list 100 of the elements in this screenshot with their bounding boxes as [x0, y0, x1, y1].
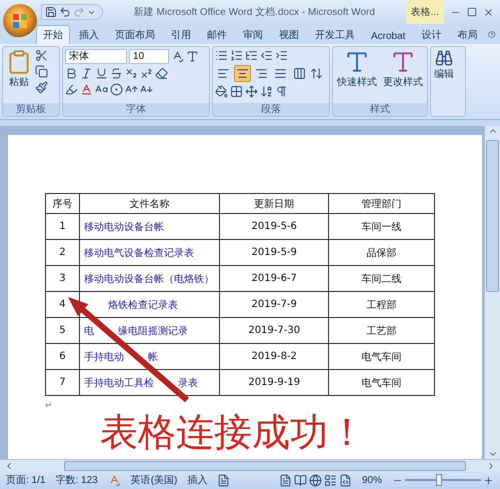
- print-layout-icon[interactable]: [278, 474, 292, 486]
- annotation-text: 表格连接成功！: [100, 411, 366, 456]
- link-text[interactable]: 移动电气设备检查记录表: [84, 246, 194, 260]
- multilevel-list-icon[interactable]: [245, 49, 258, 62]
- align-right-icon[interactable]: [255, 67, 268, 80]
- paragraph-mark: ↵: [45, 400, 54, 410]
- font-size-field[interactable]: 10: [129, 49, 169, 64]
- save-icon[interactable]: [45, 6, 57, 18]
- ribbon-tab[interactable]: 页面布局: [108, 25, 162, 44]
- outline-icon[interactable]: [324, 474, 337, 486]
- ribbon-tab[interactable]: 开始: [36, 25, 70, 44]
- sort-icon[interactable]: [260, 85, 273, 98]
- justify-icon[interactable]: [274, 67, 287, 80]
- help-icon[interactable]: [488, 28, 496, 41]
- table-cell: 2019-9-19: [219, 370, 329, 396]
- link-text[interactable]: 烙铁检查记录表: [108, 298, 178, 312]
- page-count: 页面: 1/1: [6, 474, 46, 487]
- font-color-icon[interactable]: [80, 83, 93, 96]
- numbering-icon[interactable]: [230, 49, 243, 62]
- table-header-cell: 文件名称: [79, 194, 220, 214]
- ribbon-tab[interactable]: 邮件: [200, 25, 234, 44]
- table-cell: 车间二线: [328, 266, 434, 292]
- link-text[interactable]: 手持电动工具检: [84, 376, 154, 390]
- format-painter-icon[interactable]: [35, 81, 48, 94]
- copy-icon[interactable]: [35, 65, 48, 78]
- reading-view-icon[interactable]: [294, 474, 307, 486]
- maximize-icon[interactable]: [467, 6, 477, 16]
- table-cell: 6: [46, 344, 80, 370]
- link-text[interactable]: 电: [84, 324, 94, 338]
- link-text[interactable]: 录表: [178, 376, 198, 390]
- ribbon-tab[interactable]: 插入: [72, 25, 106, 44]
- ribbon-tab[interactable]: Acrobat: [364, 28, 412, 44]
- ribbon-tab[interactable]: 开发工具: [308, 25, 362, 44]
- table-cell: 电气车间: [328, 370, 434, 396]
- link-text[interactable]: 移动电动设备台帐: [84, 220, 164, 234]
- zoom-slider-thumb[interactable]: [436, 474, 442, 486]
- language-status[interactable]: 英语(美国): [130, 473, 178, 487]
- table-cell: 2019-5-9: [219, 240, 329, 266]
- italic-icon[interactable]: [80, 67, 93, 80]
- subscript-icon[interactable]: [125, 67, 138, 80]
- table-cell: 工艺部: [328, 318, 434, 344]
- ribbon-tab[interactable]: 布局: [450, 25, 484, 44]
- link-text[interactable]: 手持电动: [84, 350, 124, 364]
- table-cell: 1: [46, 214, 80, 240]
- table-cell: 品保部: [328, 240, 434, 266]
- align-center-icon[interactable]: [236, 67, 249, 80]
- table-cell: 2019-7-30: [219, 318, 329, 344]
- office-button[interactable]: [3, 4, 37, 38]
- window-title: 新建 Microsoft Office Word 文档.docx - Microsoft Word: [132, 6, 376, 19]
- paste-button[interactable]: 粘贴: [5, 49, 33, 101]
- group-label: 样式: [333, 103, 427, 116]
- highlighter-icon[interactable]: [65, 83, 78, 96]
- styles-button[interactable]: 快速样式: [336, 49, 378, 101]
- ribbon-tab[interactable]: 审阅: [236, 25, 270, 44]
- link-text[interactable]: 帐: [148, 350, 158, 364]
- increase-indent-icon[interactable]: [275, 49, 288, 62]
- styles-button[interactable]: 更改样式: [382, 49, 424, 101]
- ribbon-tab[interactable]: 设计: [414, 25, 448, 44]
- table-cell: 2019-6-7: [219, 266, 329, 292]
- ribbon-tab[interactable]: 视图: [272, 25, 306, 44]
- scrollbar-thumb[interactable]: [64, 460, 466, 470]
- table-cell: 2019-5-6: [219, 214, 329, 240]
- table-cell: 7: [46, 370, 80, 396]
- table-cell: 2019-7-9: [219, 292, 329, 318]
- group-label: 段落: [213, 103, 329, 116]
- shading-icon[interactable]: [215, 85, 228, 98]
- zoom-level[interactable]: 90%: [362, 474, 382, 486]
- word-count: 字数: 123: [55, 474, 98, 487]
- bold-icon[interactable]: [65, 67, 78, 80]
- superscript-icon[interactable]: [140, 67, 153, 80]
- decrease-indent-icon[interactable]: [260, 49, 273, 62]
- strikethrough-icon[interactable]: [110, 67, 123, 80]
- scrollbar-thumb[interactable]: [486, 140, 499, 292]
- ribbon-tab[interactable]: 引用: [164, 25, 198, 44]
- pilcrow-icon[interactable]: [275, 85, 288, 98]
- binoculars-icon[interactable]: [435, 49, 453, 67]
- align-left-icon[interactable]: [217, 67, 230, 80]
- table-header-cell: 更新日期: [219, 194, 329, 214]
- font-name-field[interactable]: 宋体: [65, 49, 127, 64]
- columns-icon[interactable]: [293, 67, 306, 80]
- web-layout-icon[interactable]: [308, 474, 322, 486]
- link-text[interactable]: 缘电阻摇测记录: [118, 324, 188, 338]
- underline-icon[interactable]: [95, 67, 108, 80]
- insert-mode[interactable]: 插入: [187, 473, 208, 487]
- close-icon[interactable]: [483, 6, 494, 18]
- table-move-icon[interactable]: [245, 85, 258, 98]
- cut-icon[interactable]: [35, 49, 48, 62]
- clear-format-icon[interactable]: [155, 67, 168, 80]
- zoom-in-icon[interactable]: [483, 474, 494, 486]
- context-tab-header: 表格...: [406, 0, 444, 24]
- table-cell: 车间一线: [328, 214, 434, 240]
- office-logo-icon: [12, 13, 28, 29]
- table-cell: 2: [46, 240, 80, 266]
- table-cell: 工程部: [328, 292, 434, 318]
- table-cell: 5: [46, 318, 80, 344]
- borders-icon[interactable]: [230, 85, 243, 98]
- link-text[interactable]: 移动电动设备台帐（电烙铁）: [84, 272, 214, 286]
- line-spacing-icon[interactable]: [310, 67, 323, 80]
- undo-icon[interactable]: [59, 6, 71, 18]
- table-cell: 2019-8-2: [219, 344, 329, 370]
